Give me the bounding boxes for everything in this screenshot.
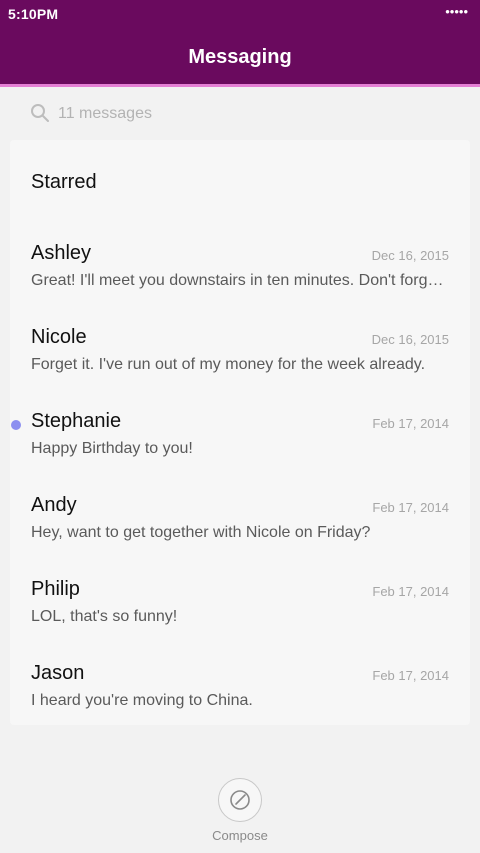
conversation-item[interactable]: Jason Feb 17, 2014 I heard you're moving… [10,650,470,734]
app-header: Messaging [0,28,480,84]
message-date: Feb 17, 2014 [372,500,449,515]
contact-name: Philip [31,578,80,600]
conversation-item[interactable]: Ashley Dec 16, 2015 Great! I'll meet you… [10,230,470,314]
message-date: Dec 16, 2015 [371,248,449,263]
status-time: 5:10PM [8,6,59,22]
message-preview: Great! I'll meet you downstairs in ten m… [31,272,449,289]
contact-name: Jason [31,662,85,684]
message-date: Feb 17, 2014 [372,416,449,431]
unread-indicator [11,420,21,430]
header-accent-line [0,84,480,87]
conversation-item[interactable]: Philip Feb 17, 2014 LOL, that's so funny… [10,566,470,650]
conversation-item[interactable]: Nicole Dec 16, 2015 Forget it. I've run … [10,314,470,398]
compose-icon [230,790,250,810]
contact-name: Nicole [31,326,87,348]
conversation-item[interactable]: Stephanie Feb 17, 2014 Happy Birthday to… [10,398,470,482]
compose-circle[interactable] [218,778,262,822]
search-input[interactable]: 11 messages [58,105,152,123]
starred-item[interactable]: Starred [10,140,470,224]
compose-button[interactable]: Compose [212,778,268,848]
conversation-list: Starred Ashley Dec 16, 2015 Great! I'll … [10,140,470,725]
search-bar[interactable]: 11 messages [16,96,464,132]
status-bar: 5:10PM ••••• [0,0,480,28]
message-preview: Forget it. I've run out of my money for … [31,356,426,373]
message-preview: LOL, that's so funny! [31,608,178,625]
message-preview: Happy Birthday to you! [31,440,193,457]
contact-name: Andy [31,494,77,516]
contact-name: Ashley [31,242,92,264]
conversation-item[interactable]: Andy Feb 17, 2014 Hey, want to get toget… [10,482,470,566]
starred-label: Starred [31,171,97,193]
message-preview: I heard you're moving to China. [31,692,253,709]
signal-icon: ••••• [445,4,468,19]
compose-label: Compose [212,828,268,843]
message-date: Feb 17, 2014 [372,584,449,599]
message-date: Feb 17, 2014 [372,668,449,683]
message-date: Dec 16, 2015 [371,332,449,347]
page-title: Messaging [188,46,292,68]
message-preview: Hey, want to get together with Nicole on… [31,524,371,541]
search-icon [30,103,50,123]
contact-name: Stephanie [31,410,122,432]
